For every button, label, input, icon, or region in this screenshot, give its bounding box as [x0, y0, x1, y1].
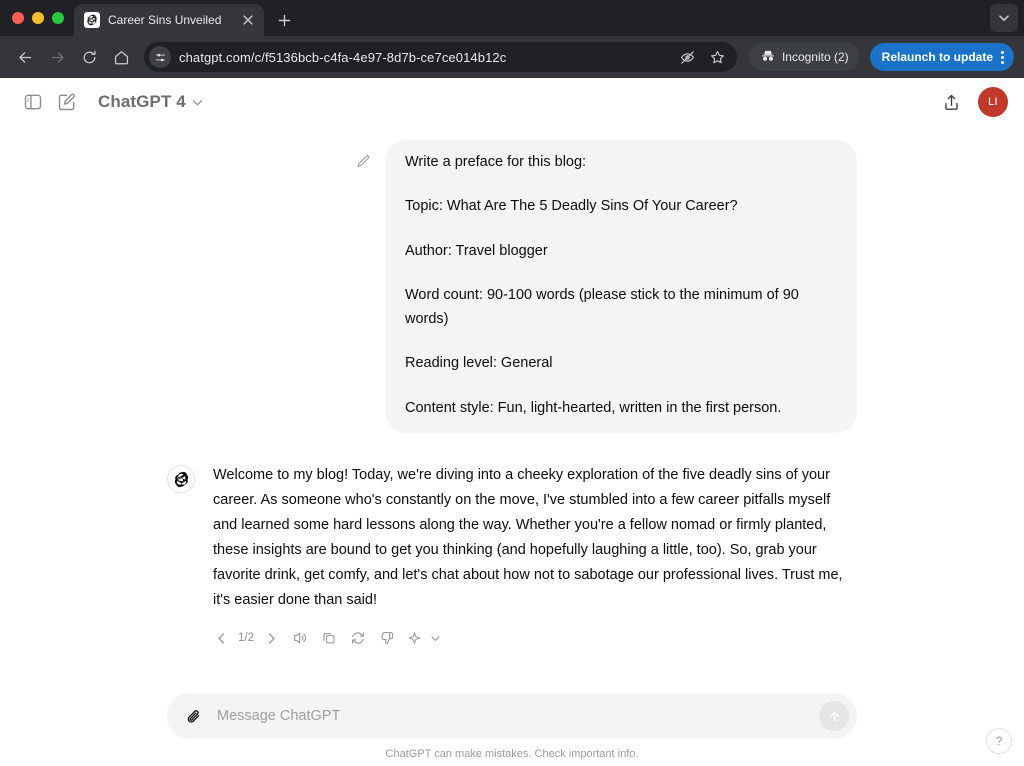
star-icon[interactable] — [705, 44, 731, 70]
assistant-message-body: Welcome to my blog! Today, we're diving … — [213, 463, 857, 651]
close-window-button[interactable] — [12, 12, 24, 24]
composer-area: Message ChatGPT ChatGPT can make mistake… — [0, 693, 1024, 766]
thumbs-down-icon[interactable] — [374, 625, 400, 651]
user-message-line: Write a preface for this blog: — [405, 154, 587, 170]
user-message-line: Author: Travel blogger — [405, 242, 548, 259]
chevron-left-icon[interactable] — [208, 625, 234, 651]
back-icon[interactable] — [10, 42, 40, 72]
pencil-square-icon[interactable] — [50, 85, 84, 119]
paperclip-icon[interactable] — [181, 703, 207, 729]
user-message-bubble: Write a preface for this blog: Topic: Wh… — [385, 140, 857, 434]
browser-tab[interactable]: Career Sins Unveiled — [74, 4, 264, 36]
user-message-line: Topic: What Are The 5 Deadly Sins Of You… — [405, 198, 738, 215]
chevron-down-icon — [191, 96, 204, 109]
user-message: Write a preface for this blog: Topic: Wh… — [167, 140, 857, 434]
minimize-window-button[interactable] — [32, 12, 44, 24]
browser-window: Career Sins Unveiled chatgpt.com/c/f5136… — [0, 0, 1024, 766]
tab-title: Career Sins Unveiled — [108, 13, 222, 27]
sparkle-icon[interactable] — [403, 625, 425, 651]
conversation-thread[interactable]: Write a preface for this blog: Topic: Wh… — [0, 126, 1024, 693]
disclaimer-text: ChatGPT can make mistakes. Check importa… — [385, 748, 639, 760]
model-name: ChatGPT 4 — [98, 92, 186, 111]
user-message-line: Reading level: General — [405, 355, 553, 372]
address-bar[interactable]: chatgpt.com/c/f5136bcb-c4fa-4e97-8d7b-ce… — [144, 42, 737, 72]
incognito-label: Incognito (2) — [781, 50, 849, 64]
new-tab-button[interactable] — [270, 6, 298, 34]
incognito-indicator[interactable]: Incognito (2) — [748, 43, 860, 71]
url-text: chatgpt.com/c/f5136bcb-c4fa-4e97-8d7b-ce… — [179, 49, 507, 65]
speaker-icon[interactable] — [287, 625, 313, 651]
help-button[interactable]: ? — [986, 728, 1012, 754]
copy-icon[interactable] — [316, 625, 342, 651]
share-upload-icon[interactable] — [934, 85, 968, 119]
chevron-down-icon[interactable] — [428, 625, 442, 651]
message-action-bar: 1/2 — [208, 625, 857, 651]
panel-left-icon[interactable] — [16, 85, 50, 119]
user-message-line: Content style: Fun, light-hearted, writt… — [405, 399, 782, 416]
incognito-hat-icon — [760, 48, 776, 67]
openai-logo-icon — [84, 12, 100, 28]
close-tab-button[interactable] — [240, 12, 256, 28]
message-pager: 1/2 — [238, 632, 254, 645]
composer[interactable]: Message ChatGPT — [167, 693, 857, 739]
user-message-line: Word count: 90-100 words (please stick t… — [405, 287, 799, 327]
model-selector[interactable]: ChatGPT 4 — [88, 88, 212, 116]
home-icon[interactable] — [106, 42, 136, 72]
app-header: ChatGPT 4 LI — [0, 78, 1024, 126]
pencil-icon[interactable] — [355, 154, 371, 175]
eye-off-icon[interactable] — [675, 44, 701, 70]
chatgpt-app: ChatGPT 4 LI Write a preface for this bl… — [0, 78, 1024, 766]
browser-toolbar: chatgpt.com/c/f5136bcb-c4fa-4e97-8d7b-ce… — [0, 36, 1024, 78]
avatar[interactable]: LI — [978, 87, 1008, 117]
forward-icon[interactable] — [42, 42, 72, 72]
tab-search-button[interactable] — [990, 4, 1018, 32]
chevron-right-icon[interactable] — [258, 625, 284, 651]
tune-icon[interactable] — [149, 46, 171, 68]
send-button[interactable] — [819, 701, 849, 731]
tab-strip: Career Sins Unveiled — [0, 0, 1024, 36]
relaunch-to-update-button[interactable]: Relaunch to update — [869, 43, 1014, 71]
kebab-icon[interactable] — [997, 50, 1008, 64]
reload-icon[interactable] — [74, 42, 104, 72]
maximize-window-button[interactable] — [52, 12, 64, 24]
assistant-message: Welcome to my blog! Today, we're diving … — [167, 463, 857, 651]
window-traffic-lights — [10, 0, 74, 36]
refresh-icon[interactable] — [345, 625, 371, 651]
omnibox-actions — [675, 44, 731, 70]
openai-logo-icon — [167, 465, 195, 494]
message-input-placeholder[interactable]: Message ChatGPT — [207, 708, 819, 724]
assistant-message-text: Welcome to my blog! Today, we're diving … — [213, 467, 843, 609]
relaunch-label: Relaunch to update — [881, 50, 993, 64]
